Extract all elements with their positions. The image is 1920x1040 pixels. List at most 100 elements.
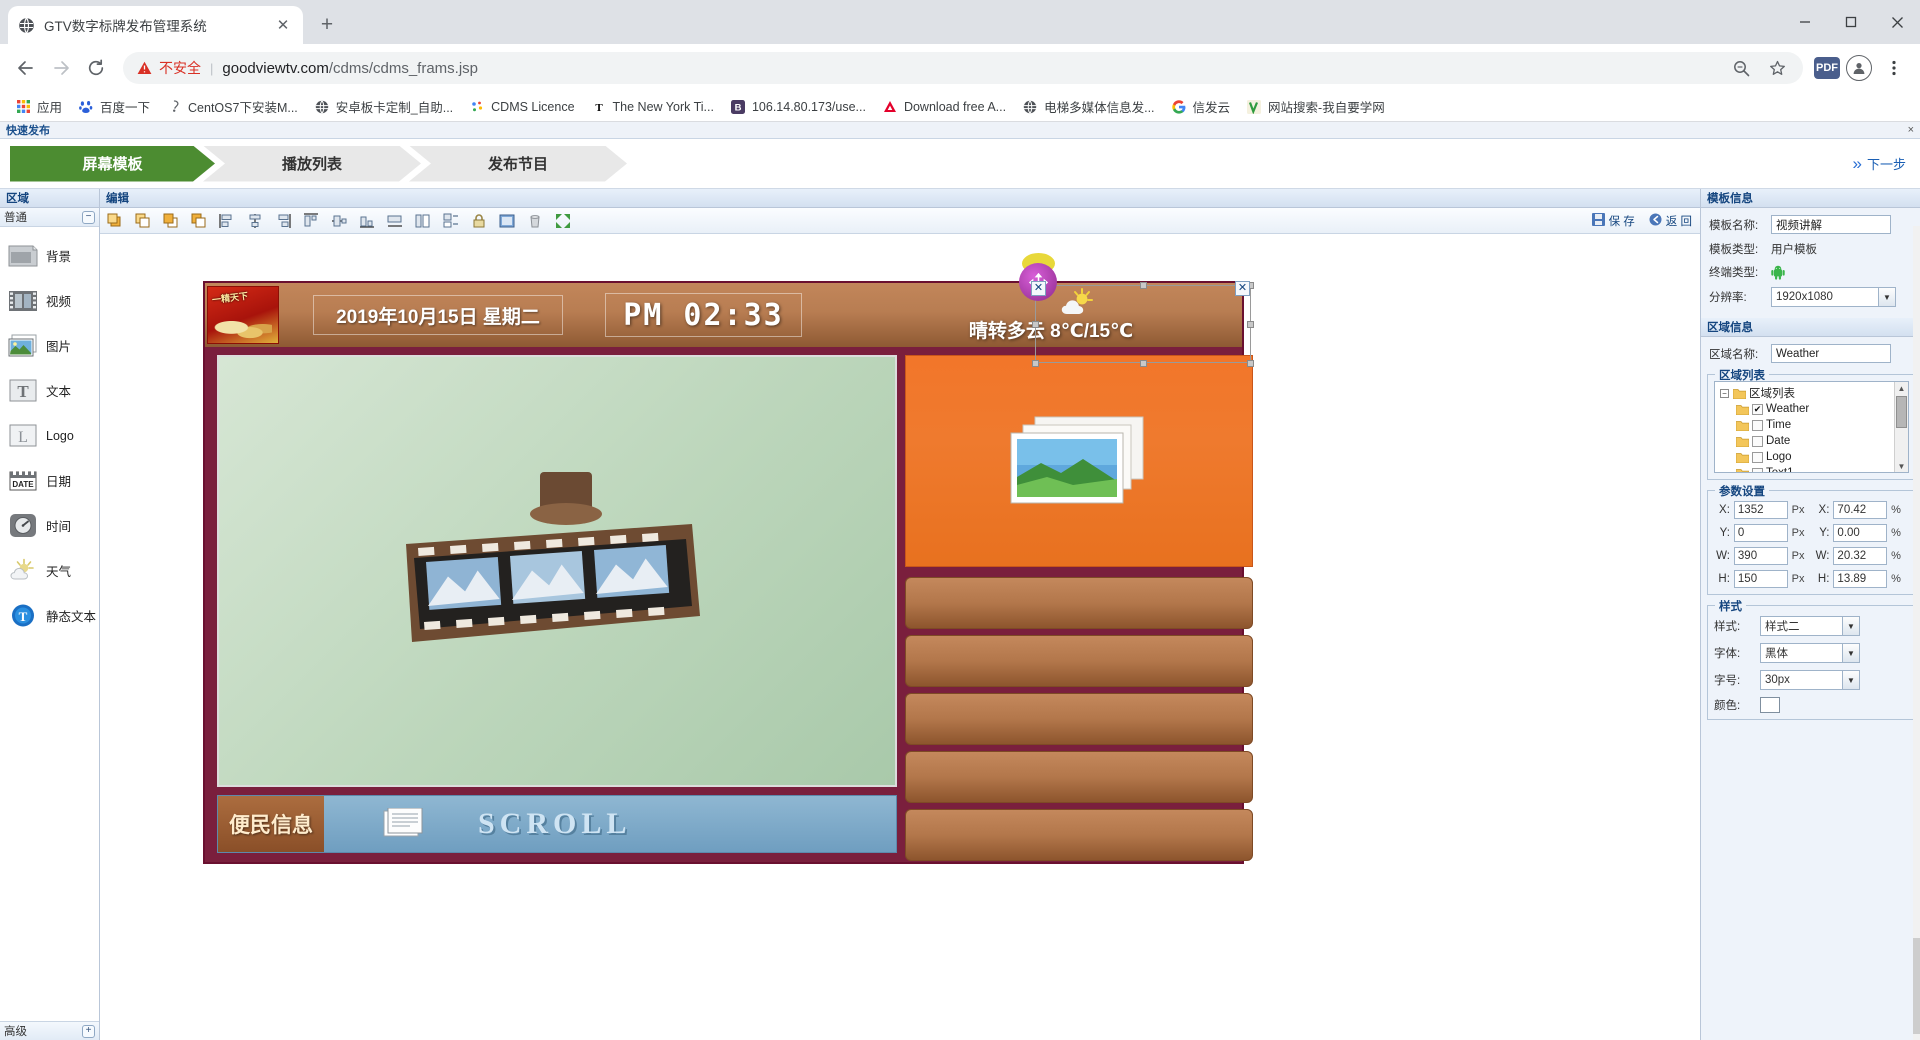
next-step-button[interactable]: » 下一步 (1853, 154, 1906, 174)
fill-icon[interactable] (498, 212, 516, 230)
bookmark-xinfayun[interactable]: 信发云 (1164, 94, 1238, 119)
bring-forward-icon[interactable] (162, 212, 180, 230)
quick-publish-close-icon[interactable]: × (1908, 124, 1914, 136)
template-name-input[interactable]: 视频讲解 (1771, 215, 1891, 234)
font-select[interactable]: 黑体 ▼ (1760, 643, 1860, 663)
bookmark-ip-user[interactable]: B 106.14.80.173/use... (723, 96, 873, 118)
scroll-up-icon[interactable]: ▲ (1898, 382, 1906, 394)
text-region-row[interactable] (905, 751, 1253, 803)
bookmark-website-search[interactable]: 网站搜索-我自要学网 (1239, 94, 1392, 119)
bookmark-cdms-licence[interactable]: CDMS Licence (462, 96, 581, 118)
lock-icon[interactable] (470, 212, 488, 230)
align-middle-icon[interactable] (330, 212, 348, 230)
region-tree-root[interactable]: − 区域列表 (1720, 385, 1908, 401)
resize-handle-e[interactable] (1247, 321, 1254, 328)
chevron-down-icon[interactable]: ▼ (1842, 617, 1859, 635)
step-publish-program[interactable]: 发布节目 (409, 146, 627, 182)
scroll-down-icon[interactable]: ▼ (1898, 460, 1906, 472)
text-region-row[interactable] (905, 693, 1253, 745)
region-group-header[interactable]: 普通 − (0, 208, 99, 227)
region-tree-item-date[interactable]: Date (1720, 433, 1908, 449)
pdf-extension-icon[interactable]: PDF (1814, 57, 1840, 79)
font-size-select[interactable]: 30px ▼ (1760, 670, 1860, 690)
save-button[interactable]: 保 存 (1591, 212, 1635, 229)
region-checkbox[interactable] (1752, 435, 1763, 447)
param-px-input[interactable]: 150 (1733, 570, 1788, 588)
fullscreen-icon[interactable] (554, 212, 572, 230)
region-tree-item-time[interactable]: Time (1720, 417, 1908, 433)
picture-region[interactable] (905, 355, 1253, 567)
properties-scrollbar[interactable] (1913, 226, 1920, 1040)
profile-button[interactable] (1843, 52, 1875, 84)
palette-item-date[interactable]: DATE 日期 (0, 458, 99, 503)
date-region[interactable]: 2019年10月15日 星期二 (313, 295, 563, 335)
forward-button[interactable] (45, 52, 77, 84)
expand-icon[interactable]: + (82, 1024, 95, 1038)
kebab-menu-icon[interactable] (1878, 52, 1910, 84)
color-swatch[interactable] (1760, 697, 1780, 713)
maximize-icon[interactable] (1828, 0, 1874, 44)
palette-item-video[interactable]: 视频 (0, 278, 99, 323)
region-tree-scrollbar[interactable]: ▲ ▼ (1894, 382, 1908, 472)
palette-item-image[interactable]: 图片 (0, 323, 99, 368)
align-bottom-icon[interactable] (358, 212, 376, 230)
bookmark-baidu[interactable]: 百度一下 (71, 94, 157, 119)
region-tree-item-weather[interactable]: ✔ Weather (1720, 401, 1908, 417)
scroll-text-region[interactable]: 便民信息 SCROLL (217, 795, 897, 853)
palette-item-logo[interactable]: L Logo (0, 413, 99, 458)
param-px-input[interactable]: 0 (1733, 524, 1788, 542)
bookmark-centos[interactable]: CentOS7下安装M... (159, 94, 305, 119)
template-canvas[interactable]: 一精天下 2019年10月15日 星期二 PM 02:33 晴转多云 8℃/15… (203, 253, 1254, 864)
text-region-row[interactable] (905, 577, 1253, 629)
chevron-down-icon[interactable]: ▼ (1842, 671, 1859, 689)
palette-item-static-text[interactable]: T 静态文本 (0, 593, 99, 638)
step-screen-template[interactable]: 屏幕模板 (10, 146, 215, 182)
chevron-down-icon[interactable]: ▼ (1842, 644, 1859, 662)
region-name-input[interactable]: Weather (1771, 344, 1891, 363)
reload-button[interactable] (80, 52, 112, 84)
star-icon[interactable] (1765, 56, 1789, 80)
align-center-horizontal-icon[interactable] (246, 212, 264, 230)
time-region[interactable]: PM 02:33 (605, 293, 802, 337)
properties-scroll-thumb[interactable] (1913, 938, 1920, 1034)
selection-overlay[interactable]: ✕ ✕ (1019, 253, 1254, 367)
region-tree-item-logo[interactable]: Logo (1720, 449, 1908, 465)
address-bar[interactable]: 不安全 | goodviewtv.com/cdms/cdms_frams.jsp (123, 52, 1803, 84)
region-tree[interactable]: − 区域列表 ✔ Weather Time Date Logo Text1 ▲ … (1714, 381, 1909, 473)
bookmark-apps[interactable]: 应用 (8, 94, 69, 119)
text-region-row[interactable] (905, 809, 1253, 861)
template-canvas-area[interactable]: 一精天下 2019年10月15日 星期二 PM 02:33 晴转多云 8℃/15… (100, 234, 1700, 1040)
back-button[interactable] (10, 52, 42, 84)
resize-handle-sw[interactable] (1032, 360, 1039, 367)
browser-tab[interactable]: GTV数字标牌发布管理系统 ✕ (8, 6, 303, 44)
bookmark-adobe[interactable]: Download free A... (875, 96, 1013, 118)
resize-handle-s[interactable] (1140, 360, 1147, 367)
text-region-row[interactable] (905, 635, 1253, 687)
logo-region[interactable]: 一精天下 (207, 286, 279, 344)
region-tree-item-text1[interactable]: Text1 (1720, 465, 1908, 472)
region-close-left-icon[interactable]: ✕ (1031, 281, 1046, 296)
param-pct-input[interactable]: 20.32 (1833, 547, 1888, 565)
collapse-icon[interactable]: − (82, 210, 95, 224)
region-checkbox[interactable] (1752, 419, 1763, 431)
bring-to-front-icon[interactable] (106, 212, 124, 230)
palette-item-text[interactable]: T 文本 (0, 368, 99, 413)
param-pct-input[interactable]: 70.42 (1833, 501, 1888, 519)
palette-item-weather[interactable]: 天气 (0, 548, 99, 593)
chevron-down-icon[interactable]: ▼ (1878, 288, 1895, 306)
send-to-back-icon[interactable] (134, 212, 152, 230)
resolution-select[interactable]: 1920x1080 ▼ (1771, 287, 1896, 307)
align-left-icon[interactable] (218, 212, 236, 230)
palette-item-background[interactable]: 背景 (0, 233, 99, 278)
style-select[interactable]: 样式二 ▼ (1760, 616, 1860, 636)
advanced-group-header[interactable]: 高级 + (0, 1021, 99, 1040)
video-region[interactable] (217, 355, 897, 787)
delete-icon[interactable] (526, 212, 544, 230)
new-tab-button[interactable]: + (312, 10, 342, 40)
resize-handle-n[interactable] (1140, 282, 1147, 289)
tree-expander-icon[interactable]: − (1720, 388, 1729, 398)
search-zoom-icon[interactable] (1729, 56, 1753, 80)
palette-item-time[interactable]: 时间 (0, 503, 99, 548)
bookmark-elevator-media[interactable]: 电梯多媒体信息发... (1015, 94, 1161, 119)
region-checkbox[interactable]: ✔ (1752, 403, 1763, 415)
